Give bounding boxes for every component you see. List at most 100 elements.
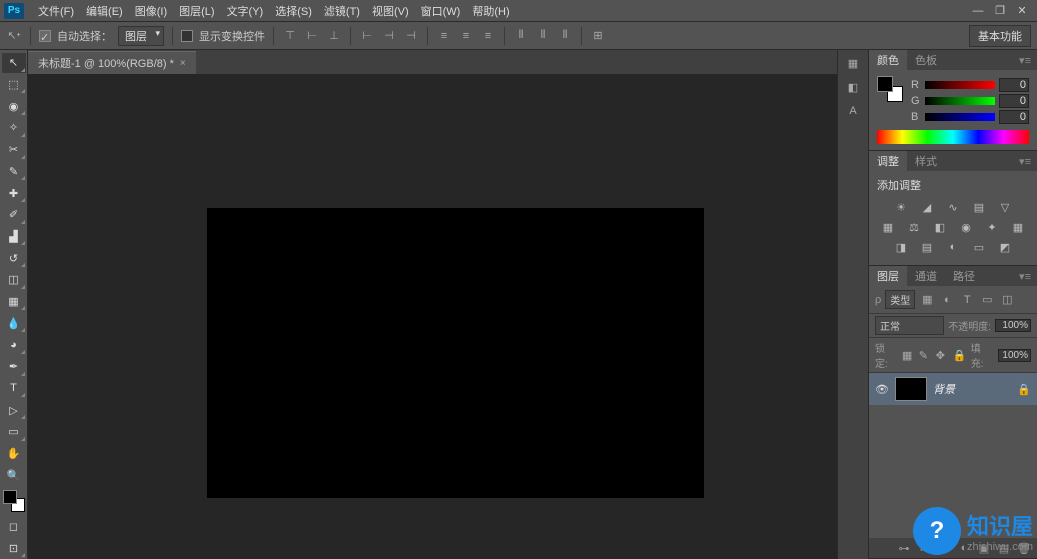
align-hcenter-icon[interactable]: ⊣ bbox=[381, 28, 397, 44]
close-icon[interactable]: ✕ bbox=[1015, 4, 1029, 18]
foreground-color-swatch[interactable] bbox=[3, 490, 17, 504]
workspace-switcher[interactable]: 基本功能 bbox=[969, 25, 1031, 47]
g-value[interactable]: 0 bbox=[999, 94, 1029, 108]
auto-select-dropdown[interactable]: 图层 bbox=[118, 26, 164, 46]
tab-adjustments[interactable]: 调整 bbox=[869, 151, 907, 171]
path-selection-tool[interactable]: ▷ bbox=[2, 400, 26, 420]
filter-shape-icon[interactable]: ▭ bbox=[979, 292, 995, 308]
tab-channels[interactable]: 通道 bbox=[907, 266, 945, 286]
distribute-left-icon[interactable]: ⦀ bbox=[513, 28, 529, 44]
quick-mask-icon[interactable]: ◻ bbox=[2, 517, 26, 537]
blend-mode-dropdown[interactable]: 正常 bbox=[875, 316, 944, 335]
lock-transparency-icon[interactable]: ▦ bbox=[902, 349, 913, 361]
eyedropper-tool[interactable]: ✎ bbox=[2, 162, 26, 182]
color-balance-icon[interactable]: ⚖ bbox=[905, 219, 923, 235]
gradient-map-icon[interactable]: ▭ bbox=[970, 239, 988, 255]
menu-select[interactable]: 选择(S) bbox=[269, 3, 318, 19]
distribute-vcenter-icon[interactable]: ≡ bbox=[458, 28, 474, 44]
hand-tool[interactable]: ✋ bbox=[2, 444, 26, 464]
gradient-tool[interactable]: ▦ bbox=[2, 292, 26, 312]
tab-color[interactable]: 颜色 bbox=[869, 50, 907, 70]
zoom-tool[interactable]: 🔍 bbox=[2, 465, 26, 485]
photo-filter-icon[interactable]: ◉ bbox=[957, 219, 975, 235]
dodge-tool[interactable]: ◕ bbox=[2, 335, 26, 355]
layer-name[interactable]: 背景 bbox=[933, 381, 955, 397]
brightness-icon[interactable]: ☀ bbox=[892, 199, 910, 215]
panel-color-swatches[interactable] bbox=[877, 76, 903, 102]
minimize-icon[interactable]: — bbox=[971, 4, 985, 18]
menu-image[interactable]: 图像(I) bbox=[129, 3, 173, 19]
marquee-tool[interactable]: ⬚ bbox=[2, 75, 26, 95]
filter-pixel-icon[interactable]: ▦ bbox=[919, 292, 935, 308]
filter-adjust-icon[interactable]: ◐ bbox=[939, 292, 955, 308]
distribute-bottom-icon[interactable]: ≡ bbox=[480, 28, 496, 44]
magic-wand-tool[interactable]: ✧ bbox=[2, 118, 26, 138]
fill-value[interactable]: 100% bbox=[998, 349, 1031, 362]
panel-menu-icon[interactable]: ▾≡ bbox=[1013, 155, 1037, 168]
maximize-icon[interactable]: ❐ bbox=[993, 4, 1007, 18]
move-tool[interactable]: ↖ bbox=[2, 53, 26, 73]
distribute-hcenter-icon[interactable]: ⦀ bbox=[535, 28, 551, 44]
history-brush-tool[interactable]: ↺ bbox=[2, 248, 26, 268]
align-right-icon[interactable]: ⊣ bbox=[403, 28, 419, 44]
menu-type[interactable]: 文字(Y) bbox=[221, 3, 270, 19]
menu-file[interactable]: 文件(F) bbox=[32, 3, 80, 19]
eraser-tool[interactable]: ◫ bbox=[2, 270, 26, 290]
lock-all-icon[interactable]: 🔒 bbox=[953, 349, 965, 361]
panel-fg-swatch[interactable] bbox=[877, 76, 893, 92]
lasso-tool[interactable]: ◉ bbox=[2, 96, 26, 116]
align-top-icon[interactable]: ⊤ bbox=[282, 28, 298, 44]
auto-align-icon[interactable]: ⊞ bbox=[590, 28, 606, 44]
tab-swatches[interactable]: 色板 bbox=[907, 50, 945, 70]
color-lookup-icon[interactable]: ▦ bbox=[1009, 219, 1027, 235]
align-vcenter-icon[interactable]: ⊢ bbox=[304, 28, 320, 44]
b-value[interactable]: 0 bbox=[999, 110, 1029, 124]
vibrance-icon[interactable]: ▽ bbox=[996, 199, 1014, 215]
hue-icon[interactable]: ▦ bbox=[879, 219, 897, 235]
properties-panel-icon[interactable]: ◧ bbox=[844, 78, 862, 96]
auto-select-checkbox[interactable]: ✓ bbox=[39, 30, 51, 42]
exposure-icon[interactable]: ▤ bbox=[970, 199, 988, 215]
show-transform-checkbox[interactable] bbox=[181, 30, 193, 42]
shape-tool[interactable]: ▭ bbox=[2, 422, 26, 442]
tab-close-icon[interactable]: × bbox=[180, 58, 186, 69]
distribute-top-icon[interactable]: ≡ bbox=[436, 28, 452, 44]
canvas[interactable] bbox=[208, 209, 703, 497]
menu-window[interactable]: 窗口(W) bbox=[415, 3, 467, 19]
filter-type-icon[interactable]: T bbox=[959, 292, 975, 308]
blur-tool[interactable]: 💧 bbox=[2, 313, 26, 333]
pen-tool[interactable]: ✒ bbox=[2, 357, 26, 377]
menu-edit[interactable]: 编辑(E) bbox=[80, 3, 129, 19]
link-layers-icon[interactable]: ⊶ bbox=[897, 541, 911, 555]
brush-tool[interactable]: ✐ bbox=[2, 205, 26, 225]
distribute-right-icon[interactable]: ⦀ bbox=[557, 28, 573, 44]
posterize-icon[interactable]: ▤ bbox=[918, 239, 936, 255]
panel-menu-icon[interactable]: ▾≡ bbox=[1013, 270, 1037, 283]
levels-icon[interactable]: ◢ bbox=[918, 199, 936, 215]
panel-menu-icon[interactable]: ▾≡ bbox=[1013, 54, 1037, 67]
layer-thumbnail[interactable] bbox=[895, 377, 927, 401]
menu-view[interactable]: 视图(V) bbox=[366, 3, 415, 19]
align-bottom-icon[interactable]: ⊥ bbox=[326, 28, 342, 44]
clone-stamp-tool[interactable]: ▟ bbox=[2, 227, 26, 247]
menu-filter[interactable]: 滤镜(T) bbox=[318, 3, 366, 19]
character-panel-icon[interactable]: A bbox=[844, 102, 862, 120]
layer-kind-dropdown[interactable]: 类型 bbox=[885, 290, 915, 309]
layer-row[interactable]: 👁 背景 🔒 bbox=[869, 373, 1037, 405]
selective-color-icon[interactable]: ◩ bbox=[996, 239, 1014, 255]
r-value[interactable]: 0 bbox=[999, 78, 1029, 92]
lock-position-icon[interactable]: ✥ bbox=[936, 349, 947, 361]
r-slider[interactable] bbox=[925, 81, 995, 89]
color-swatches[interactable] bbox=[3, 490, 25, 512]
lock-pixels-icon[interactable]: ✎ bbox=[919, 349, 930, 361]
channel-mixer-icon[interactable]: ✦ bbox=[983, 219, 1001, 235]
b-slider[interactable] bbox=[925, 113, 995, 121]
menu-help[interactable]: 帮助(H) bbox=[466, 3, 515, 19]
filter-smart-icon[interactable]: ◫ bbox=[999, 292, 1015, 308]
visibility-icon[interactable]: 👁 bbox=[875, 383, 889, 396]
bw-icon[interactable]: ◧ bbox=[931, 219, 949, 235]
spectrum-ramp[interactable] bbox=[877, 130, 1029, 144]
g-slider[interactable] bbox=[925, 97, 995, 105]
tab-styles[interactable]: 样式 bbox=[907, 151, 945, 171]
threshold-icon[interactable]: ◐ bbox=[944, 239, 962, 255]
